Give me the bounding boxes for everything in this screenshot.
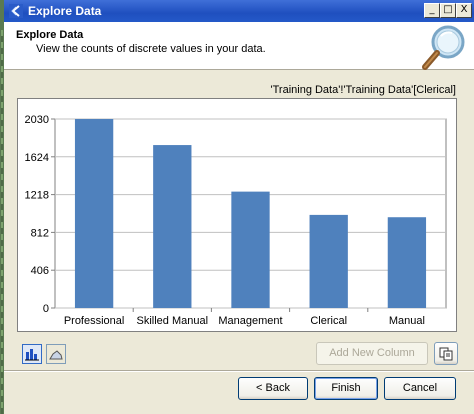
- x-tick-label: Management: [218, 315, 282, 327]
- window-title: Explore Data: [28, 4, 102, 18]
- column-path-label: 'Training Data'!'Training Data'[Clerical…: [270, 84, 457, 96]
- minimize-button[interactable]: _: [424, 3, 440, 18]
- title-bar[interactable]: Explore Data _ □ X: [4, 0, 474, 22]
- copy-icon: [439, 347, 453, 361]
- y-tick-label: 2030: [25, 114, 49, 126]
- bar-chart-icon: [25, 349, 39, 361]
- bar: [231, 191, 270, 308]
- y-tick-label: 812: [31, 227, 49, 239]
- y-tick-label: 1624: [25, 152, 49, 164]
- x-tick-label: Skilled Manual: [137, 315, 209, 327]
- bar: [309, 214, 348, 308]
- maximize-button[interactable]: □: [440, 3, 456, 18]
- bar: [387, 217, 427, 308]
- page-description: View the counts of discrete values in yo…: [36, 43, 266, 55]
- back-button[interactable]: < Back: [238, 377, 308, 400]
- finish-button[interactable]: Finish: [314, 377, 378, 400]
- page-title: Explore Data: [16, 29, 84, 41]
- bar: [74, 119, 114, 308]
- close-button[interactable]: X: [456, 3, 472, 18]
- bar-chart-button[interactable]: [22, 344, 42, 364]
- x-tick-label: Professional: [64, 315, 125, 327]
- wizard-header: Explore Data View the counts of discrete…: [4, 22, 474, 70]
- cancel-button[interactable]: Cancel: [384, 377, 456, 400]
- button-separator: [4, 370, 474, 372]
- line-chart-icon: [49, 350, 63, 360]
- explore-data-window: Explore Data _ □ X Explore Data View the…: [0, 0, 474, 414]
- y-tick-label: 1218: [25, 190, 49, 202]
- app-logo-icon: [9, 4, 23, 18]
- line-chart-button[interactable]: [46, 344, 66, 364]
- copy-button[interactable]: [434, 342, 458, 365]
- chart-frame: 0 406 812 1218 1624 2030 Professional Skilled M…: [17, 98, 457, 332]
- add-new-column-button[interactable]: Add New Column: [316, 342, 428, 365]
- y-tick-label: 0: [43, 303, 49, 315]
- bar: [153, 145, 192, 308]
- y-tick-label: 406: [31, 265, 49, 277]
- x-tick-label: Clerical: [310, 315, 347, 327]
- magnifier-icon: [422, 25, 465, 70]
- x-tick-label: Manual: [389, 315, 425, 327]
- bar-chart: 0 406 812 1218 1624 2030 Professional Skilled M…: [25, 114, 447, 327]
